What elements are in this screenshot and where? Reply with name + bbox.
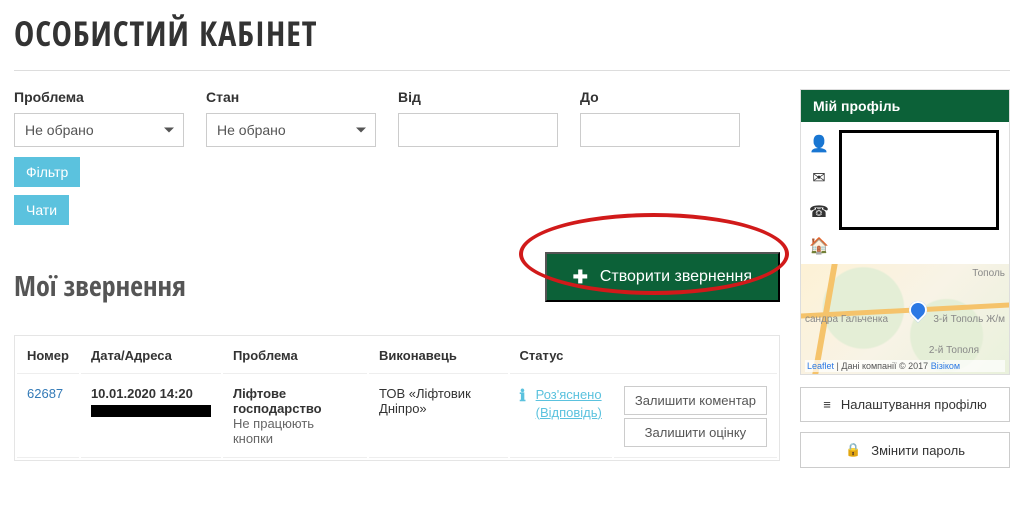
info-icon[interactable]: ℹ xyxy=(520,386,526,406)
profile-settings-label: Налаштування профілю xyxy=(841,397,987,412)
filter-from-input[interactable] xyxy=(398,113,558,147)
change-password-label: Змінити пароль xyxy=(871,443,965,458)
filter-problem-label: Проблема xyxy=(14,89,184,105)
requests-header-row: Мої звернення ✚ Створити звернення xyxy=(14,239,780,315)
filter-from: Від xyxy=(398,89,558,147)
leave-comment-button[interactable]: Залишити коментар xyxy=(624,386,767,415)
filter-problem-select[interactable]: Не обрано xyxy=(14,113,184,147)
page-title: ОСОБИСТИЙ КАБІНЕТ xyxy=(0,0,1024,70)
leaflet-link[interactable]: Leaflet xyxy=(807,361,834,371)
map-widget[interactable]: Тополь сандра Гальченка 3-й Тополь Ж/м 2… xyxy=(801,264,1009,374)
table-header-row: Номер Дата/Адреса Проблема Виконавець Ст… xyxy=(17,338,777,374)
map-attribution: Leaflet | Дані компанії © 2017 Візіком xyxy=(805,360,1005,372)
map-pin-icon xyxy=(905,298,930,323)
map-label: Тополь xyxy=(972,268,1005,279)
filter-to: До xyxy=(580,89,740,147)
table-row: 62687 10.01.2020 14:20 Ліфтове господарс… xyxy=(17,376,777,458)
phone-icon xyxy=(809,202,829,222)
map-label: 3-й Тополь Ж/м xyxy=(933,314,1005,325)
change-password-button[interactable]: Змінити пароль xyxy=(800,432,1010,468)
map-label: сандра Гальченка xyxy=(805,314,888,325)
section-title: Мої звернення xyxy=(14,267,186,305)
profile-info-redacted xyxy=(839,130,999,230)
profile-icon-column xyxy=(809,130,829,256)
ticket-executor: ТОВ «Ліфтовик Дніпро» xyxy=(369,376,507,458)
user-icon xyxy=(809,134,829,154)
chats-button[interactable]: Чати xyxy=(14,195,69,225)
filter-button[interactable]: Фільтр xyxy=(14,157,80,187)
filter-state-label: Стан xyxy=(206,89,376,105)
ticket-address-redacted xyxy=(91,405,211,417)
th-number: Номер xyxy=(17,338,79,374)
th-problem: Проблема xyxy=(223,338,367,374)
create-request-button[interactable]: ✚ Створити звернення xyxy=(545,252,780,302)
divider xyxy=(14,70,1010,71)
lock-icon xyxy=(845,442,861,458)
filter-state-select[interactable]: Не обрано xyxy=(206,113,376,147)
filter-from-label: Від xyxy=(398,89,558,105)
profile-settings-button[interactable]: Налаштування профілю xyxy=(800,387,1010,422)
home-icon xyxy=(809,236,829,256)
filter-to-label: До xyxy=(580,89,740,105)
ticket-problem-sub: Не працюють кнопки xyxy=(233,416,357,446)
th-date-address: Дата/Адреса xyxy=(81,338,221,374)
filter-to-input[interactable] xyxy=(580,113,740,147)
mail-icon xyxy=(812,168,825,188)
sidebar: Мій профіль Тополь сандра Гальченка 3-й … xyxy=(800,89,1010,468)
ticket-problem-title: Ліфтове господарство xyxy=(233,386,357,416)
main-column: Проблема Не обрано Стан Не обрано Від xyxy=(14,89,780,468)
list-icon xyxy=(823,397,831,412)
map-label: 2-й Тополя xyxy=(929,345,979,356)
filter-action-buttons: Фільтр Чати xyxy=(14,157,780,225)
filter-problem: Проблема Не обрано xyxy=(14,89,184,147)
filter-state: Стан Не обрано xyxy=(206,89,376,147)
ticket-number-link[interactable]: 62687 xyxy=(27,386,63,401)
ticket-date: 10.01.2020 14:20 xyxy=(91,386,193,401)
profile-panel: Мій профіль Тополь сандра Гальченка 3-й … xyxy=(800,89,1010,375)
ticket-status-link[interactable]: Роз'яснено (Відповідь) xyxy=(536,386,602,421)
status-line-2: (Відповідь) xyxy=(536,405,602,420)
visicom-link[interactable]: Візіком xyxy=(931,361,960,371)
profile-panel-header: Мій профіль xyxy=(801,90,1009,122)
requests-table: Номер Дата/Адреса Проблема Виконавець Ст… xyxy=(14,335,780,461)
th-executor: Виконавець xyxy=(369,338,507,374)
th-status: Статус xyxy=(510,338,777,374)
status-line-1: Роз'яснено xyxy=(536,387,602,402)
leave-rating-button[interactable]: Залишити оцінку xyxy=(624,418,767,447)
plus-icon: ✚ xyxy=(573,268,588,286)
create-request-label: Створити звернення xyxy=(600,268,752,286)
filters-row: Проблема Не обрано Стан Не обрано Від xyxy=(14,89,780,147)
